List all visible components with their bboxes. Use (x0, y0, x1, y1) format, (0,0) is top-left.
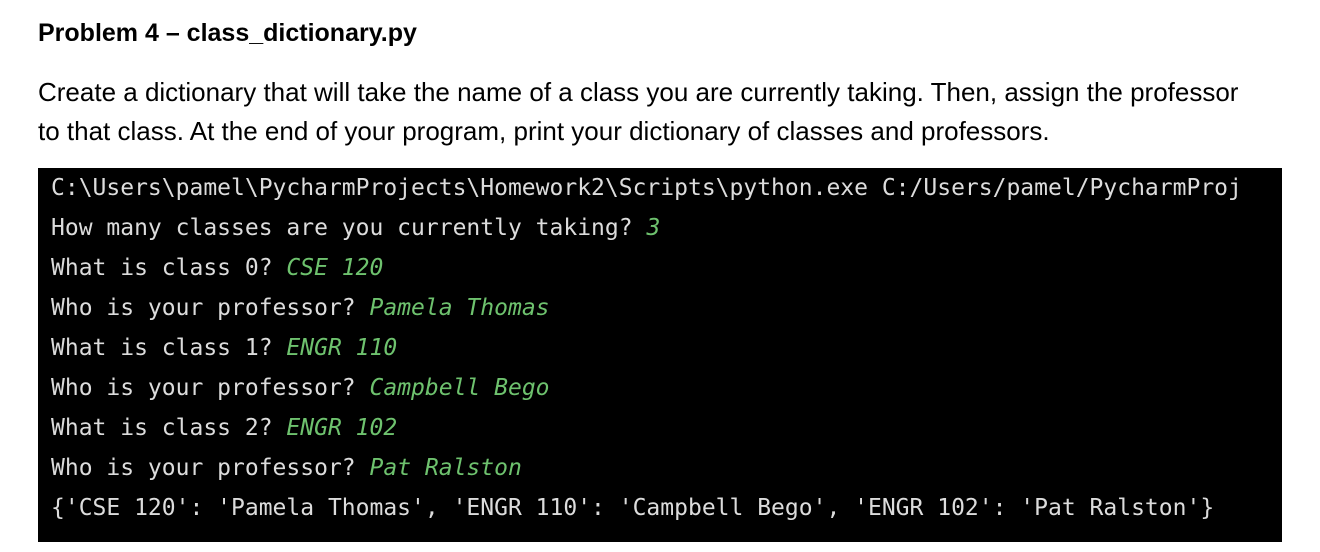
prompt-text: What is class 0? (51, 255, 287, 281)
terminal-prompt-line: What is class 1? ENGR 110 (51, 328, 397, 368)
instructions-paragraph: Create a dictionary that will take the n… (38, 73, 1308, 151)
terminal-prompt-line: Who is your professor? Pamela Thomas (51, 288, 550, 328)
terminal-output-screenshot: C:\Users\pamel\PycharmProjects\Homework2… (38, 168, 1282, 542)
prompt-text: What is class 2? (51, 415, 287, 441)
prompt-text: Who is your professor? (51, 455, 370, 481)
user-input-text: Campbell Bego (369, 375, 550, 401)
user-input-text: Pat Ralston (369, 455, 522, 481)
terminal-prompt-line: What is class 2? ENGR 102 (51, 408, 397, 448)
terminal-prompt-line: What is class 0? CSE 120 (51, 248, 383, 288)
user-input-text: 3 (646, 215, 661, 241)
prompt-text: How many classes are you currently takin… (51, 215, 647, 241)
prompt-text: What is class 1? (51, 335, 287, 361)
problem-heading: Problem 4 – class_dictionary.py (38, 19, 417, 47)
terminal-prompt-line: How many classes are you currently takin… (51, 208, 660, 248)
terminal-dictionary-output: {'CSE 120': 'Pamela Thomas', 'ENGR 110':… (51, 495, 1215, 521)
prompt-text: Who is your professor? (51, 375, 370, 401)
user-input-text: Pamela Thomas (369, 295, 550, 321)
prompt-text: Who is your professor? (51, 295, 370, 321)
instructions-line-2: to that class. At the end of your progra… (38, 116, 1050, 146)
terminal-command-line: C:\Users\pamel\PycharmProjects\Homework2… (51, 175, 1242, 201)
terminal-prompt-line: Who is your professor? Pat Ralston (51, 448, 522, 488)
instructions-line-1: Create a dictionary that will take the n… (38, 77, 1239, 107)
user-input-text: CSE 120 (286, 255, 384, 281)
terminal-prompt-line: Who is your professor? Campbell Bego (51, 368, 550, 408)
user-input-text: ENGR 102 (286, 415, 398, 441)
user-input-text: ENGR 110 (286, 335, 398, 361)
